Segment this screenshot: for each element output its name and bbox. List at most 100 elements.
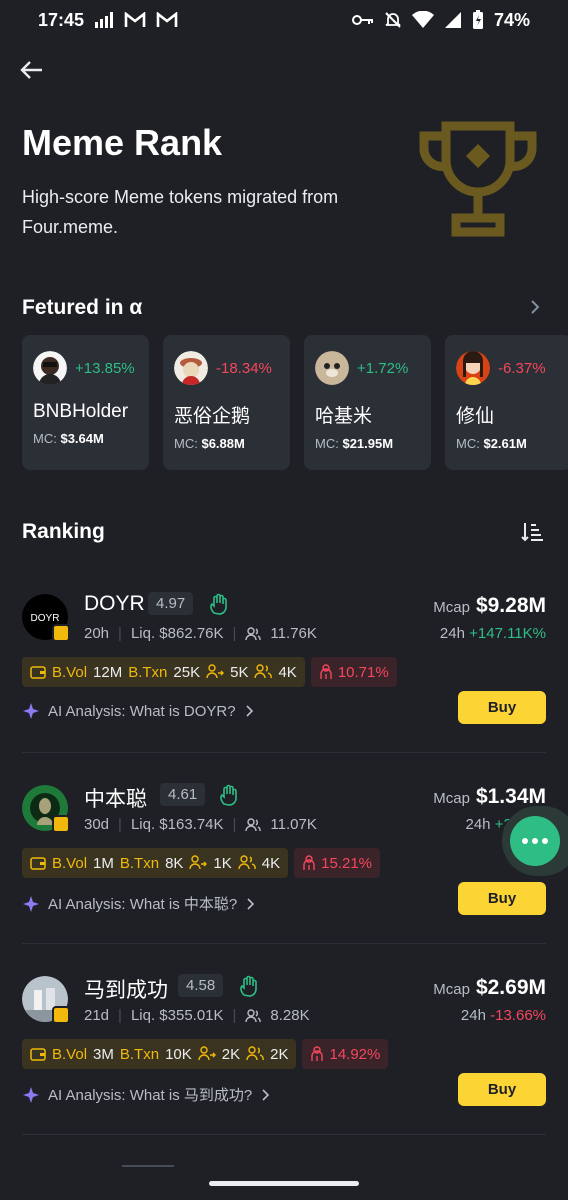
chevron-right-icon	[245, 705, 253, 717]
token-age: 20h	[84, 625, 110, 642]
list-peek	[122, 1165, 174, 1167]
wave-hand-icon	[220, 784, 237, 806]
avatar: DOYR	[22, 594, 70, 642]
token-stats: B.Vol 12M B.Txn 25K 5K 4K 10.71%	[22, 657, 397, 687]
person-icon	[303, 855, 315, 870]
page-title: Meme Rank	[22, 122, 223, 163]
divider	[22, 1134, 546, 1135]
bnb-chain-icon	[52, 624, 70, 642]
ai-analysis-link[interactable]: AI Analysis: What is DOYR?	[22, 702, 254, 720]
holders-icon	[245, 817, 262, 831]
person-icon	[311, 1046, 324, 1061]
token-holders: 11.76K	[270, 625, 317, 642]
featured-card[interactable]: -18.34% 恶俗企鹅 MC: $6.88M	[163, 335, 290, 470]
users-icon	[254, 664, 273, 679]
token-meta: 21d | Liq. $355.01K | 8.28K	[84, 1007, 310, 1024]
users-icon	[246, 1046, 264, 1061]
status-time: 17:45	[38, 9, 85, 30]
wave-hand-icon	[210, 593, 227, 615]
card-change: -18.34%	[216, 359, 272, 377]
bnb-chain-icon	[52, 815, 70, 833]
token-liq: Liq. $163.74K	[130, 816, 224, 833]
sparkle-icon	[23, 895, 39, 912]
featured-card[interactable]: +1.72% 哈基米 MC: $21.95M	[304, 335, 431, 470]
score-badge: 4.61	[160, 783, 206, 806]
person-icon	[320, 664, 332, 679]
home-indicator[interactable]	[209, 1181, 359, 1186]
card-mc: MC: $2.61M	[456, 436, 527, 451]
sort-icon[interactable]	[520, 520, 544, 544]
token-liq: Liq. $862.76K	[130, 625, 224, 642]
card-name: 恶俗企鹅	[174, 406, 251, 427]
avatar	[22, 785, 70, 833]
floating-assistant-button[interactable]	[502, 806, 568, 876]
buy-button[interactable]: Buy	[458, 691, 546, 724]
trophy-icon	[419, 121, 537, 237]
chevron-right-icon[interactable]	[526, 298, 544, 316]
gmail-icon	[156, 12, 178, 28]
divider	[22, 943, 546, 944]
user-swap-icon	[198, 1046, 216, 1061]
ranking-heading: Ranking	[22, 520, 105, 543]
status-bar: 17:45 74%	[0, 0, 568, 40]
token-holders: 8.28K	[270, 1007, 310, 1024]
ai-analysis-link[interactable]: AI Analysis: What is 中本聪?	[22, 893, 255, 914]
sparkle-icon	[23, 703, 39, 719]
token-name: 中本聪	[84, 788, 147, 811]
wallet-icon	[30, 857, 46, 870]
wallet-icon	[30, 666, 46, 679]
card-change: -6.37%	[498, 359, 546, 377]
token-age: 21d	[84, 1007, 110, 1024]
chevron-right-icon	[262, 1088, 270, 1101]
token-stats: B.Vol 1M B.Txn 8K 1K 4K 15.21%	[22, 848, 381, 878]
user-swap-icon	[206, 664, 225, 679]
change-24h: 24h -13.66%	[460, 1007, 546, 1024]
sparkle-icon	[23, 1086, 39, 1103]
mcap: Mcap $1.34M	[433, 785, 546, 808]
token-meta: 30d | Liq. $163.74K | 11.07K	[84, 816, 317, 833]
score-badge: 4.58	[178, 974, 224, 997]
avatar	[33, 351, 67, 385]
token-name: DOYR	[84, 592, 145, 615]
card-mc: MC: $3.64M	[33, 431, 104, 446]
more-dots-icon	[510, 816, 560, 866]
ai-analysis-link[interactable]: AI Analysis: What is 马到成功?	[22, 1084, 270, 1105]
avatar	[315, 351, 349, 385]
token-name: 马到成功	[84, 979, 168, 1002]
wifi-icon	[411, 11, 434, 29]
battery-percent: 74%	[493, 9, 530, 30]
featured-cards: +13.85% BNBHolder MC: $3.64M -18.34% 恶俗企…	[22, 335, 568, 470]
signal-icon	[94, 12, 114, 28]
user-swap-icon	[189, 855, 208, 870]
chevron-right-icon	[247, 897, 255, 910]
buy-button[interactable]: Buy	[458, 1073, 546, 1106]
wave-hand-icon	[240, 975, 257, 997]
featured-card[interactable]: -6.37% 修仙 MC: $2.61M	[445, 335, 568, 470]
card-name: 哈基米	[315, 406, 373, 427]
token-holders: 11.07K	[270, 816, 317, 833]
back-button[interactable]	[18, 56, 46, 84]
token-stats: B.Vol 3M B.Txn 10K 2K 2K 14.92%	[22, 1039, 389, 1069]
token-liq: Liq. $355.01K	[130, 1007, 224, 1024]
page-subtitle: High-score Meme tokens migrated from Fou…	[22, 187, 339, 237]
buy-button[interactable]: Buy	[458, 882, 546, 915]
card-change: +1.72%	[357, 359, 409, 377]
avatar	[456, 351, 490, 385]
holders-icon	[245, 1008, 262, 1022]
mute-bell-icon	[384, 11, 402, 29]
card-mc: MC: $6.88M	[174, 436, 245, 451]
mcap: Mcap $2.69M	[433, 976, 546, 999]
signal-r-icon	[444, 11, 462, 29]
token-meta: 20h | Liq. $862.76K | 11.76K	[84, 625, 317, 642]
wallet-icon	[30, 1048, 46, 1061]
token-age: 30d	[84, 816, 110, 833]
gmail-icon	[124, 12, 146, 28]
score-badge: 4.97	[148, 592, 194, 615]
featured-card[interactable]: +13.85% BNBHolder MC: $3.64M	[22, 335, 149, 470]
battery-charging-icon	[472, 10, 484, 30]
avatar-text: DOYR	[31, 613, 60, 624]
featured-heading: Fetured in α	[22, 296, 143, 319]
avatar	[22, 976, 70, 1024]
bnb-chain-icon	[52, 1006, 70, 1024]
divider	[22, 752, 546, 753]
